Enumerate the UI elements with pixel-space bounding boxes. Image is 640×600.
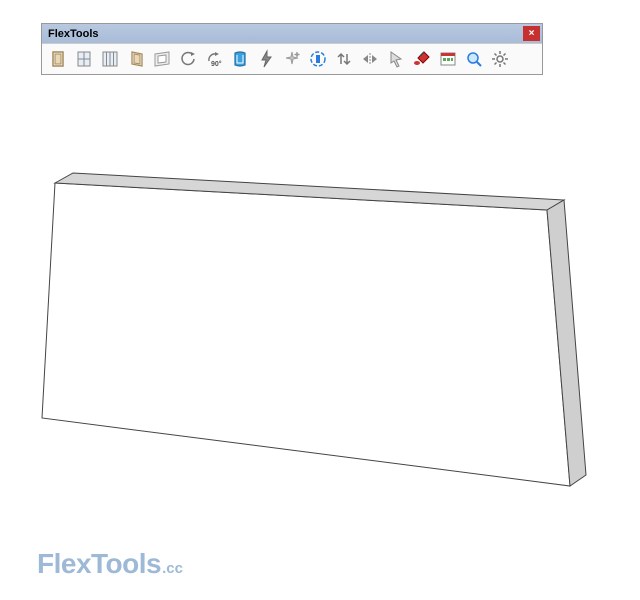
component-browser-icon[interactable] — [436, 47, 460, 71]
window-double-icon[interactable] — [98, 47, 122, 71]
door-angled-icon[interactable] — [124, 47, 148, 71]
wall-cutter-icon[interactable] — [228, 47, 252, 71]
titlebar-title: FlexTools — [48, 28, 99, 40]
rotate-90-icon[interactable]: 90° — [202, 47, 226, 71]
flextools-toolbar-window: FlexTools × — [41, 23, 543, 75]
dynamic-component-icon[interactable] — [306, 47, 330, 71]
model-viewport — [0, 0, 640, 600]
wall-opening-icon[interactable] — [150, 47, 174, 71]
close-button[interactable]: × — [523, 26, 540, 41]
svg-text:90°: 90° — [211, 60, 222, 68]
zoom-search-icon[interactable] — [462, 47, 486, 71]
paint-bucket-red-icon[interactable] — [410, 47, 434, 71]
swap-vertical-icon[interactable] — [332, 47, 356, 71]
flip-horizontal-icon[interactable] — [358, 47, 382, 71]
logo-suffix-text: .cc — [162, 560, 183, 577]
titlebar[interactable]: FlexTools × — [42, 24, 542, 43]
toolbar-body: 90° — [42, 43, 542, 74]
window-single-icon[interactable] — [72, 47, 96, 71]
settings-gear-icon[interactable] — [488, 47, 512, 71]
flextools-logo: FlexTools.cc — [37, 548, 183, 580]
refresh-undo-icon[interactable] — [176, 47, 200, 71]
lightning-icon[interactable] — [254, 47, 278, 71]
close-icon: × — [529, 29, 535, 39]
select-arrow-icon[interactable] — [384, 47, 408, 71]
sparkle-icon[interactable] — [280, 47, 304, 71]
door-single-icon[interactable] — [46, 47, 70, 71]
logo-main-text: FlexTools — [37, 548, 161, 579]
